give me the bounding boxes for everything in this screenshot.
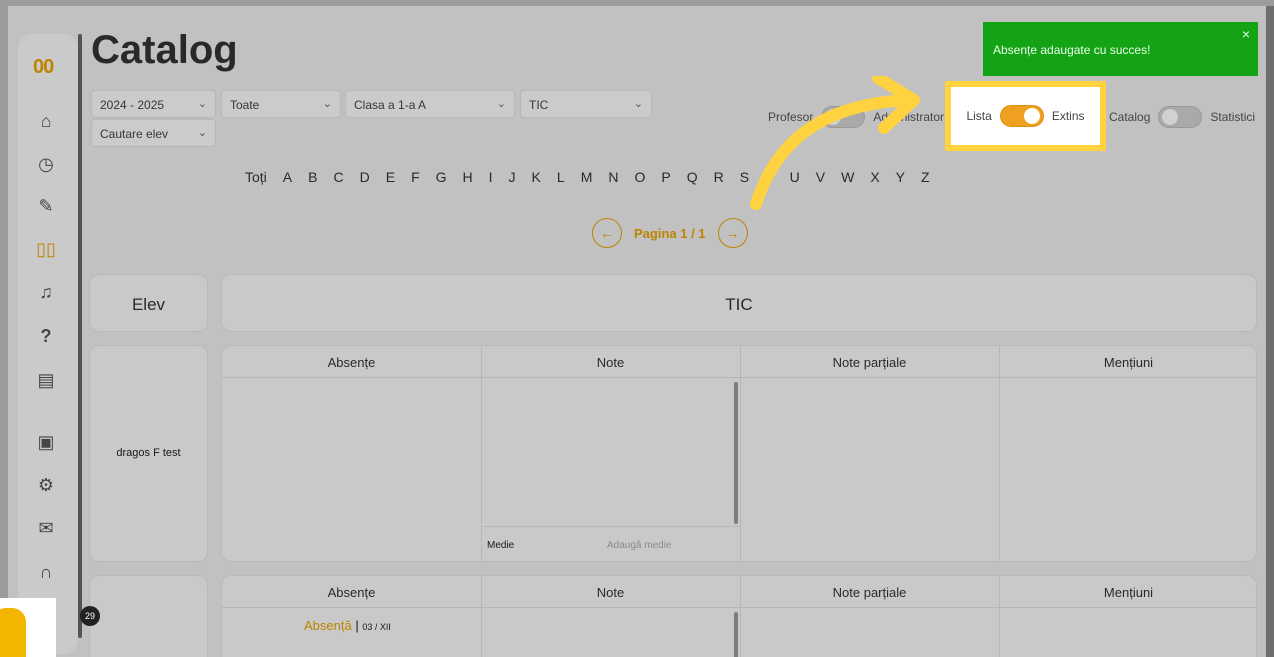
pencil-icon[interactable]: ✎ bbox=[34, 194, 58, 218]
chevron-down-icon: ⌄ bbox=[197, 127, 207, 139]
lista-label: Lista bbox=[966, 109, 992, 123]
letter-filter[interactable]: F bbox=[411, 169, 420, 185]
sidebar-scrollbar[interactable] bbox=[78, 34, 82, 638]
student-search-select[interactable]: Cautare elev ⌄ bbox=[91, 119, 216, 147]
catalog-toggle: Catalog Statistici bbox=[1109, 106, 1255, 128]
col-mentiuni: Mențiuni bbox=[999, 576, 1258, 608]
clock-icon[interactable]: ◷ bbox=[34, 152, 58, 176]
student-cell bbox=[89, 575, 208, 657]
document-icon[interactable]: ▤ bbox=[34, 368, 58, 392]
letter-filter[interactable]: H bbox=[463, 169, 473, 185]
bell-icon[interactable]: ♫ bbox=[34, 280, 58, 304]
student-cell: dragos F test bbox=[89, 345, 208, 562]
chevron-down-icon: ⌄ bbox=[197, 98, 207, 110]
letter-filter[interactable]: K bbox=[532, 169, 541, 185]
average-row: Medie Adaugă medie bbox=[481, 526, 740, 562]
sidebar: 00 ⌂ ◷ ✎ ▯▯ ♫ ? ▤ ▣ ⚙ ✉ ∩ bbox=[18, 34, 78, 654]
student-header-card: Elev bbox=[89, 274, 208, 332]
scope-select[interactable]: Toate ⌄ bbox=[221, 90, 341, 118]
average-label: Medie bbox=[487, 540, 515, 551]
lista-extins-switch[interactable] bbox=[999, 105, 1044, 127]
tutorial-arrow-icon bbox=[750, 76, 920, 210]
letter-filter[interactable]: G bbox=[436, 169, 447, 185]
pagination: ← Pagina 1 / 1 → bbox=[592, 218, 748, 248]
headset-icon[interactable]: ∩ bbox=[34, 560, 58, 584]
grades-row: Absențe Note Note parțiale Mențiuni Medi… bbox=[221, 345, 1258, 562]
letter-filter[interactable]: R bbox=[714, 169, 724, 185]
note-scrollbar[interactable] bbox=[734, 612, 738, 657]
subject-select-value: TIC bbox=[529, 98, 549, 112]
window-scrollbar[interactable] bbox=[1266, 6, 1274, 657]
help-icon[interactable]: ? bbox=[34, 324, 58, 348]
class-select-value: Clasa a 1-a A bbox=[354, 98, 427, 112]
student-name[interactable]: dragos F test bbox=[90, 447, 207, 459]
letter-filter[interactable]: P bbox=[661, 169, 670, 185]
col-absente: Absențe bbox=[222, 346, 481, 378]
settings-icon[interactable]: ⚙ bbox=[34, 473, 58, 497]
notification-badge[interactable]: 29 bbox=[80, 606, 100, 626]
grades-row: Absențe Note Note parțiale Mențiuni Abse… bbox=[221, 575, 1258, 657]
app-logo[interactable]: 00 bbox=[33, 56, 54, 79]
mail-icon[interactable]: ✉ bbox=[34, 516, 58, 540]
col-note: Note bbox=[481, 346, 740, 378]
subject-select[interactable]: TIC ⌄ bbox=[520, 90, 652, 118]
letter-filter[interactable]: L bbox=[557, 169, 565, 185]
average-input[interactable]: Adaugă medie bbox=[607, 540, 672, 551]
page-indicator: Pagina 1 / 1 bbox=[634, 225, 706, 241]
letter-filter[interactable]: N bbox=[608, 169, 618, 185]
absence-entry[interactable]: Absență | 03 / XII bbox=[304, 618, 391, 633]
view-toggle-highlight: Lista Extins bbox=[945, 81, 1106, 151]
student-search-value: Cautare elev bbox=[100, 127, 169, 141]
year-select-value: 2024 - 2025 bbox=[100, 98, 165, 112]
col-note-partiale: Note parțiale bbox=[740, 576, 999, 608]
student-header: Elev bbox=[131, 295, 166, 314]
col-absente: Absențe bbox=[222, 576, 481, 608]
letter-filter[interactable]: I bbox=[489, 169, 493, 185]
letter-filter[interactable]: O bbox=[634, 169, 645, 185]
chevron-down-icon: ⌄ bbox=[496, 98, 506, 110]
corner-logo bbox=[0, 598, 56, 657]
success-toast: Absențe adaugate cu succes! × bbox=[983, 22, 1258, 76]
next-page-button[interactable]: → bbox=[717, 218, 748, 248]
letter-filter[interactable]: C bbox=[333, 169, 343, 185]
letter-filter[interactable]: E bbox=[386, 169, 395, 185]
chevron-down-icon: ⌄ bbox=[633, 98, 643, 110]
letter-filter[interactable]: D bbox=[360, 169, 370, 185]
letter-filter[interactable]: Toți bbox=[245, 169, 267, 185]
absence-label: Absență bbox=[304, 618, 352, 633]
close-icon[interactable]: × bbox=[1242, 26, 1250, 42]
col-mentiuni: Mențiuni bbox=[999, 346, 1258, 378]
scope-select-value: Toate bbox=[230, 98, 260, 112]
toast-message: Absențe adaugate cu succes! bbox=[993, 43, 1151, 57]
chevron-down-icon: ⌄ bbox=[322, 98, 332, 110]
subject-header: TIC bbox=[725, 295, 753, 314]
statistici-label: Statistici bbox=[1210, 110, 1256, 124]
letter-filter[interactable]: A bbox=[283, 169, 292, 185]
home-icon[interactable]: ⌂ bbox=[34, 109, 58, 133]
extins-label: Extins bbox=[1051, 109, 1085, 123]
catalog-statistici-switch[interactable] bbox=[1158, 106, 1203, 128]
prev-page-button[interactable]: ← bbox=[592, 218, 622, 248]
letter-filter[interactable]: B bbox=[308, 169, 317, 185]
contact-card-icon[interactable]: ▣ bbox=[34, 430, 58, 454]
letter-filter[interactable]: M bbox=[581, 169, 593, 185]
year-select[interactable]: 2024 - 2025 ⌄ bbox=[91, 90, 216, 118]
col-note-partiale: Note parțiale bbox=[740, 346, 999, 378]
catalog-page: 00 ⌂ ◷ ✎ ▯▯ ♫ ? ▤ ▣ ⚙ ✉ ∩ Catalog 2024 -… bbox=[8, 6, 1274, 657]
col-note: Note bbox=[481, 576, 740, 608]
page-title: Catalog bbox=[91, 28, 238, 72]
letter-filter[interactable]: Q bbox=[687, 169, 698, 185]
book-icon[interactable]: ▯▯ bbox=[34, 237, 58, 261]
absence-date: 03 / XII bbox=[362, 622, 391, 632]
subject-header-card: TIC bbox=[221, 274, 1257, 332]
letter-filter[interactable]: J bbox=[509, 169, 516, 185]
class-select[interactable]: Clasa a 1-a A ⌄ bbox=[345, 90, 515, 118]
catalog-label: Catalog bbox=[1109, 110, 1151, 124]
note-scrollbar[interactable] bbox=[734, 382, 738, 524]
